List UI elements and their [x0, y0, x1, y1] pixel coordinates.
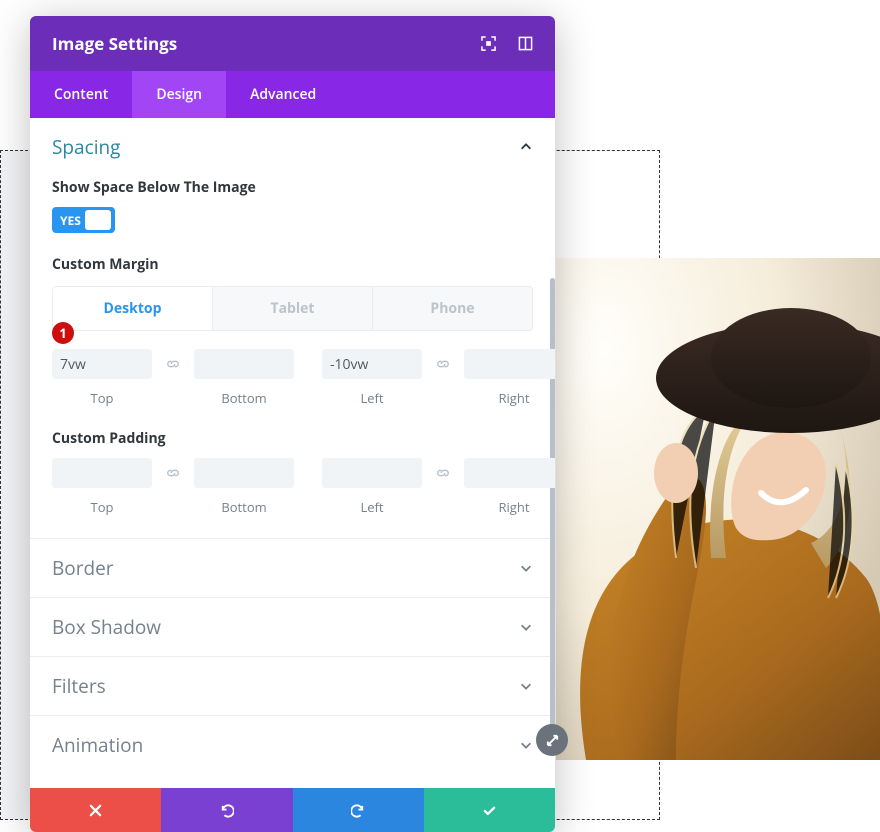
section-animation-header[interactable]: Animation — [52, 732, 533, 758]
resize-icon — [545, 733, 560, 748]
section-border: Border — [30, 539, 555, 598]
confirm-button[interactable] — [424, 788, 555, 832]
section-filters: Filters — [30, 657, 555, 716]
content-image — [556, 258, 880, 760]
show-space-label: Show Space Below The Image — [52, 178, 533, 197]
tab-content[interactable]: Content — [30, 71, 132, 118]
undo-icon — [219, 803, 234, 818]
check-icon — [482, 803, 497, 818]
responsive-desktop[interactable]: Desktop — [53, 287, 212, 330]
padding-right-label: Right — [464, 498, 555, 516]
panel-tabs: Content Design Advanced — [30, 71, 555, 118]
margin-right-input[interactable] — [464, 349, 555, 379]
toggle-text: YES — [60, 212, 81, 229]
redo-button[interactable] — [293, 788, 424, 832]
padding-top-label: Top — [52, 498, 152, 516]
chevron-up-icon — [519, 140, 533, 154]
show-space-toggle[interactable]: YES — [52, 207, 115, 233]
close-icon — [88, 803, 103, 818]
margin-top-label: Top — [52, 389, 152, 407]
section-box-shadow-header[interactable]: Box Shadow — [52, 614, 533, 640]
link-icon[interactable] — [166, 349, 180, 379]
section-animation: Animation — [30, 716, 555, 788]
section-spacing-header[interactable]: Spacing — [52, 134, 533, 160]
resize-handle[interactable] — [536, 724, 568, 756]
redo-icon — [351, 803, 366, 818]
callout-marker: 1 — [52, 322, 74, 344]
chevron-down-icon — [519, 561, 533, 575]
padding-left-input[interactable] — [322, 458, 422, 488]
panel-footer — [30, 788, 555, 832]
responsive-tabs: Desktop Tablet Phone — [52, 286, 533, 331]
section-spacing: Spacing Show Space Below The Image YES C… — [30, 118, 555, 539]
link-icon[interactable] — [166, 458, 180, 488]
responsive-phone[interactable]: Phone — [372, 287, 532, 330]
panel-body: Spacing Show Space Below The Image YES C… — [30, 118, 555, 788]
margin-bottom-label: Bottom — [194, 389, 294, 407]
responsive-tablet[interactable]: Tablet — [212, 287, 372, 330]
section-filters-header[interactable]: Filters — [52, 673, 533, 699]
cancel-button[interactable] — [30, 788, 161, 832]
margin-bottom-input[interactable] — [194, 349, 294, 379]
panel-title: Image Settings — [52, 32, 177, 55]
padding-right-input[interactable] — [464, 458, 555, 488]
section-spacing-title: Spacing — [52, 134, 120, 160]
section-border-header[interactable]: Border — [52, 555, 533, 581]
padding-left-label: Left — [322, 498, 422, 516]
margin-left-input[interactable] — [322, 349, 422, 379]
custom-padding-label: Custom Padding — [52, 429, 533, 448]
undo-button[interactable] — [161, 788, 292, 832]
link-icon[interactable] — [436, 349, 450, 379]
tab-advanced[interactable]: Advanced — [226, 71, 340, 118]
tab-design[interactable]: Design — [132, 71, 226, 118]
padding-grid: Top Bottom Left — [52, 458, 533, 516]
padding-top-input[interactable] — [52, 458, 152, 488]
padding-bottom-input[interactable] — [194, 458, 294, 488]
chevron-down-icon — [519, 738, 533, 752]
margin-grid: Top Bottom Left — [52, 349, 533, 407]
image-settings-panel: Image Settings Content Design Advanced 1… — [30, 16, 555, 832]
custom-margin-label: Custom Margin — [52, 255, 533, 274]
expand-icon[interactable] — [481, 36, 496, 51]
margin-top-input[interactable] — [52, 349, 152, 379]
section-box-shadow: Box Shadow — [30, 598, 555, 657]
panel-header: Image Settings — [30, 16, 555, 71]
margin-left-label: Left — [322, 389, 422, 407]
margin-right-label: Right — [464, 389, 555, 407]
chevron-down-icon — [519, 679, 533, 693]
link-icon[interactable] — [436, 458, 450, 488]
chevron-down-icon — [519, 620, 533, 634]
toggle-knob — [85, 210, 111, 230]
padding-bottom-label: Bottom — [194, 498, 294, 516]
snap-icon[interactable] — [518, 36, 533, 51]
